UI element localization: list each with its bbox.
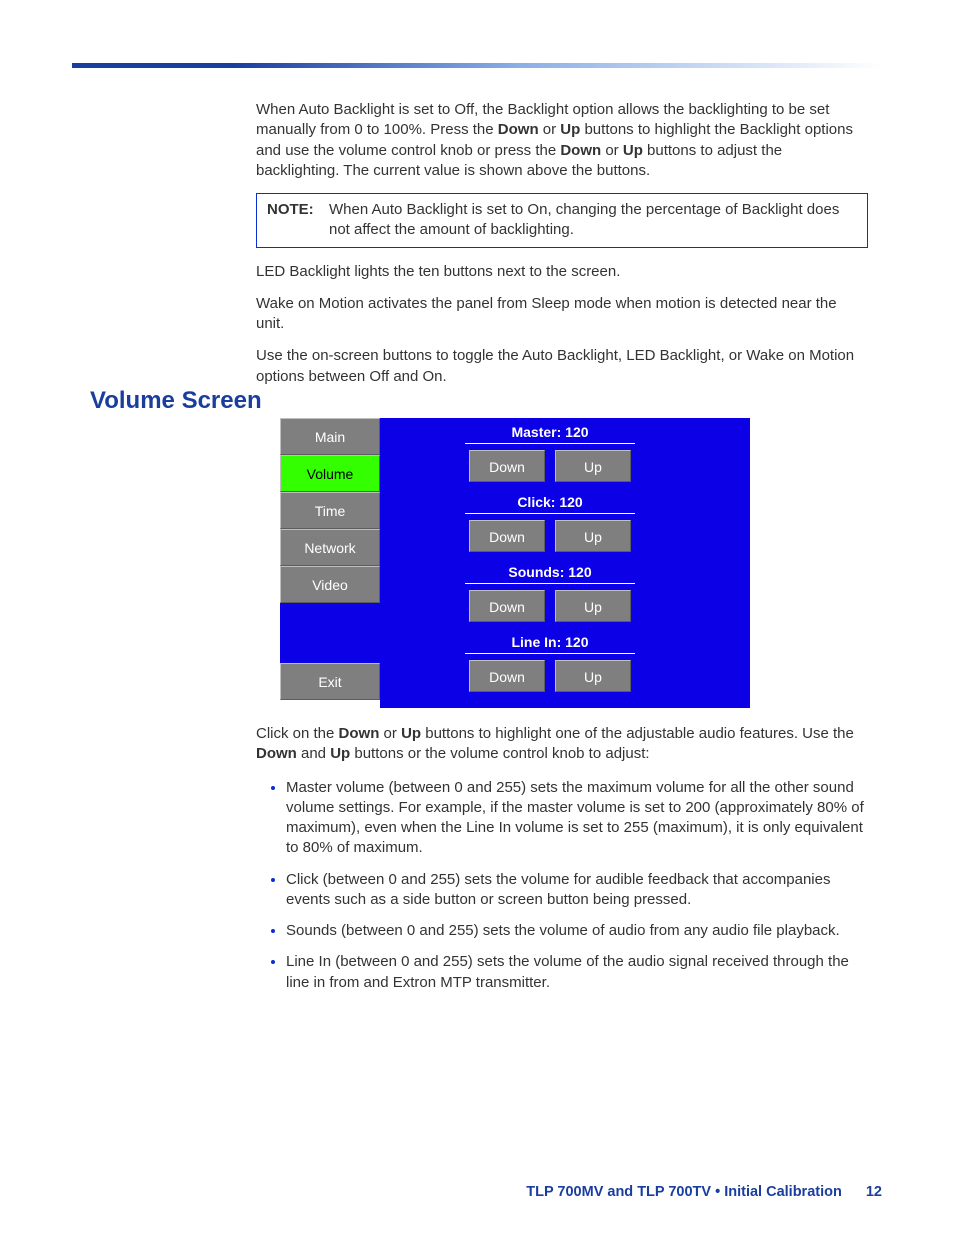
click-label: Click: 120 — [465, 494, 635, 514]
up-word: Up — [330, 745, 350, 762]
master-down-button[interactable]: Down — [469, 450, 545, 482]
sounds-up-button[interactable]: Up — [555, 590, 631, 622]
paragraph-click: Click on the Down or Up buttons to highl… — [256, 724, 868, 765]
top-rule — [72, 63, 882, 68]
bullet-master: Master volume (between 0 and 255) sets t… — [286, 777, 868, 859]
down-word: Down — [498, 121, 539, 138]
bullet-linein: Line In (between 0 and 255) sets the vol… — [286, 951, 868, 993]
down-word: Down — [256, 745, 297, 762]
side-nav: Main Volume Time Network Video Exit — [280, 418, 380, 708]
side-item-exit[interactable]: Exit — [280, 663, 380, 700]
footer-title: TLP 700MV and TLP 700TV • Initial Calibr… — [526, 1184, 842, 1200]
side-gap — [280, 603, 380, 663]
body-content: When Auto Backlight is set to Off, the B… — [256, 100, 868, 399]
group-linein: Line In: 120 Down Up — [420, 634, 680, 692]
page-number: 12 — [866, 1184, 882, 1200]
bullet-sounds: Sounds (between 0 and 255) sets the volu… — [286, 920, 868, 941]
paragraph-toggle: Use the on-screen buttons to toggle the … — [256, 346, 868, 387]
text: buttons or the volume control knob to ad… — [350, 745, 649, 762]
sounds-label: Sounds: 120 — [465, 564, 635, 584]
master-up-button[interactable]: Up — [555, 450, 631, 482]
footer: TLP 700MV and TLP 700TV • Initial Calibr… — [526, 1184, 882, 1200]
click-up-button[interactable]: Up — [555, 520, 631, 552]
group-click: Click: 120 Down Up — [420, 494, 680, 552]
down-word: Down — [560, 142, 601, 159]
paragraph-led: LED Backlight lights the ten buttons nex… — [256, 262, 868, 282]
up-word: Up — [560, 121, 580, 138]
note-label: NOTE: — [267, 200, 329, 241]
bullet-list: Master volume (between 0 and 255) sets t… — [256, 777, 868, 993]
bullet-click: Click (between 0 and 255) sets the volum… — [286, 869, 868, 911]
group-sounds: Sounds: 120 Down Up — [420, 564, 680, 622]
body-content-2: Click on the Down or Up buttons to highl… — [256, 724, 868, 1003]
side-item-network[interactable]: Network — [280, 529, 380, 566]
volume-panel: Main Volume Time Network Video Exit Mast… — [280, 418, 750, 711]
paragraph-backlight: When Auto Backlight is set to Off, the B… — [256, 100, 868, 181]
volume-screen-heading: Volume Screen — [90, 387, 262, 415]
text: or — [379, 725, 401, 742]
linein-down-button[interactable]: Down — [469, 660, 545, 692]
side-item-main[interactable]: Main — [280, 418, 380, 455]
text: or — [601, 142, 623, 159]
text: buttons to highlight one of the adjustab… — [421, 725, 854, 742]
linein-label: Line In: 120 — [465, 634, 635, 654]
text: Click on the — [256, 725, 339, 742]
side-item-time[interactable]: Time — [280, 492, 380, 529]
text: and — [297, 745, 330, 762]
paragraph-wake: Wake on Motion activates the panel from … — [256, 294, 868, 335]
linein-up-button[interactable]: Up — [555, 660, 631, 692]
down-word: Down — [339, 725, 380, 742]
click-down-button[interactable]: Down — [469, 520, 545, 552]
group-master: Master: 120 Down Up — [420, 424, 680, 482]
sounds-down-button[interactable]: Down — [469, 590, 545, 622]
text: or — [539, 121, 561, 138]
up-word: Up — [401, 725, 421, 742]
side-item-volume[interactable]: Volume — [280, 455, 380, 492]
side-item-video[interactable]: Video — [280, 566, 380, 603]
up-word: Up — [623, 142, 643, 159]
note-text: When Auto Backlight is set to On, changi… — [329, 200, 857, 241]
master-label: Master: 120 — [465, 424, 635, 444]
note-box: NOTE: When Auto Backlight is set to On, … — [256, 193, 868, 248]
